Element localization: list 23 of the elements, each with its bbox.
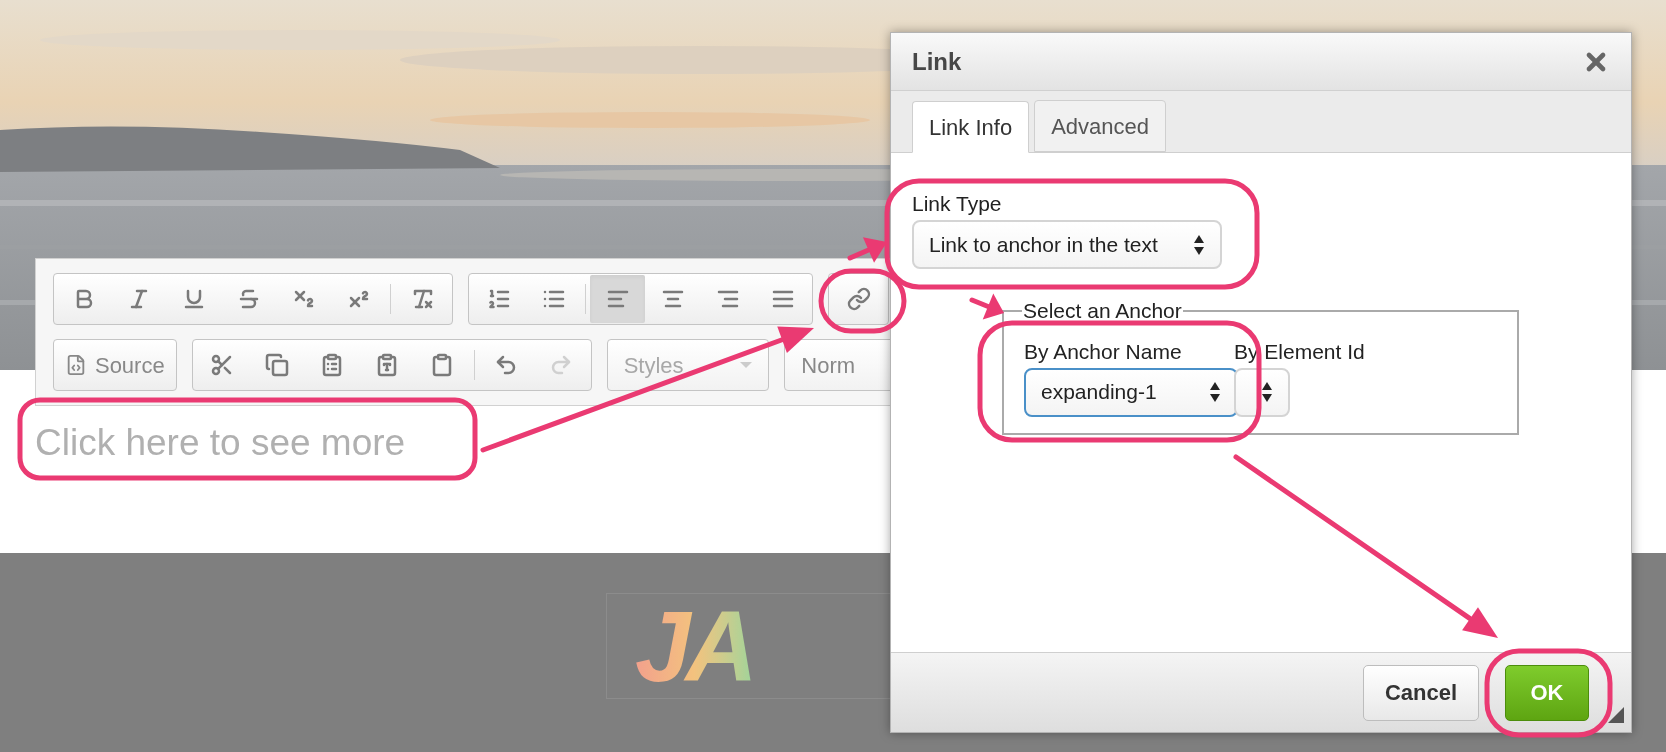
field-label: By Anchor Name bbox=[1024, 340, 1183, 362]
link-icon bbox=[846, 287, 871, 311]
cancel-button[interactable]: Cancel bbox=[1363, 664, 1479, 721]
resize-grip-icon[interactable] bbox=[1608, 707, 1624, 723]
editor-text: Click here to see more bbox=[35, 424, 406, 461]
caret-icon bbox=[740, 362, 753, 368]
element-id-select[interactable] bbox=[1234, 367, 1290, 417]
sort-arrows-icon bbox=[1261, 381, 1273, 403]
dialog-title: Link bbox=[912, 46, 962, 77]
annotation-arrow bbox=[969, 293, 1004, 320]
tab[interactable]: Link Info bbox=[912, 101, 1030, 153]
align-left-button[interactable] bbox=[590, 275, 645, 323]
fieldset-legend: Select an Anchor bbox=[1022, 295, 1183, 327]
tab[interactable]: Advanced bbox=[1034, 100, 1167, 152]
annotation-arrow bbox=[847, 237, 887, 263]
field-label: Link Type bbox=[912, 193, 1003, 214]
sort-arrows-icon bbox=[1209, 381, 1221, 403]
numbered-list-icon bbox=[486, 287, 511, 311]
anchor-name-select[interactable]: expanding-1 bbox=[1024, 367, 1238, 417]
link-type-select[interactable]: Link to anchor in the text bbox=[912, 220, 1222, 269]
field-label: By Element Id bbox=[1234, 340, 1365, 362]
copy-icon bbox=[265, 353, 290, 377]
sort-arrows-icon bbox=[1193, 233, 1205, 256]
